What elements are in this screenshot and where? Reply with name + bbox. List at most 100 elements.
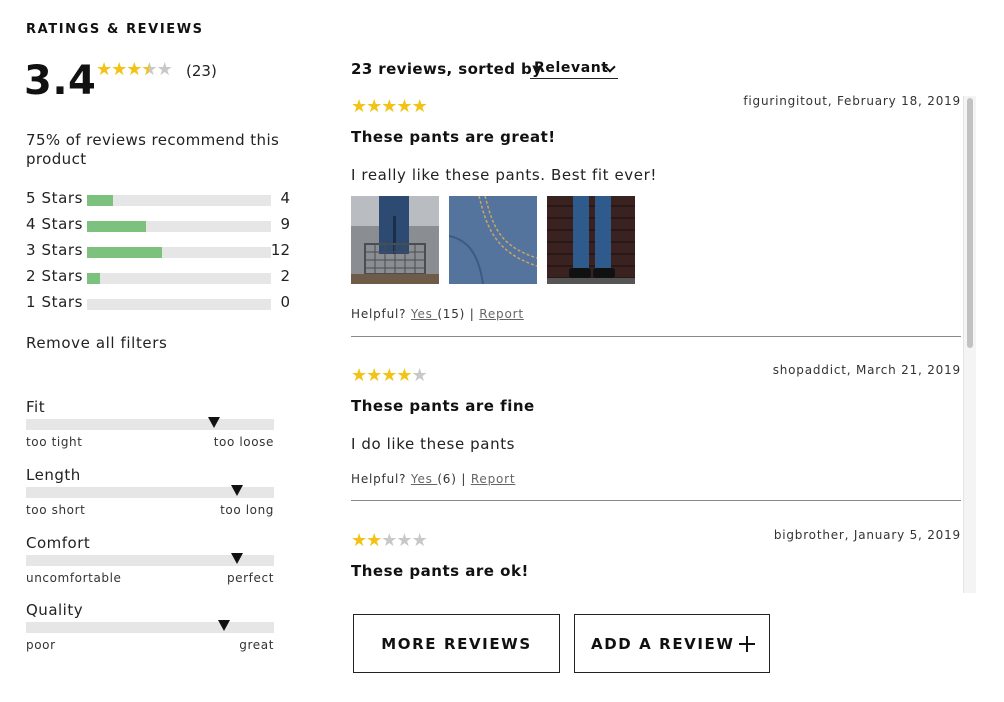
average-stars: ★★★★ ★ xyxy=(96,59,173,80)
helpful-label: Helpful? xyxy=(351,307,407,321)
characteristic-name: Comfort xyxy=(26,534,91,552)
review-meta: shopaddict, March 21, 2019 xyxy=(772,363,961,377)
characteristic-name: Length xyxy=(26,466,81,484)
star-icon: ★ xyxy=(351,96,367,117)
denim-closeup-photo[interactable] xyxy=(449,196,537,284)
helpful-yes-count: (15) xyxy=(437,307,466,321)
remove-filters-link[interactable]: Remove all filters xyxy=(26,334,167,352)
rating-bar-3[interactable]: 3 Stars 12 xyxy=(26,241,296,261)
characteristic-fit: Fit too tight too loose xyxy=(26,398,274,458)
add-review-button[interactable]: ADD A REVIEW xyxy=(574,614,770,673)
half-star-icon: ★ xyxy=(141,59,157,80)
rating-bar-5[interactable]: 5 Stars 4 xyxy=(26,189,296,209)
rating-bar-fill xyxy=(87,247,163,258)
empty-star-icon: ★ xyxy=(156,59,173,80)
rating-bar-label: 4 Stars xyxy=(26,215,84,233)
star-icon: ★ xyxy=(126,59,142,80)
rating-bar-count: 0 xyxy=(280,293,290,311)
recommend-text: 75% of reviews recommend this product xyxy=(26,131,280,168)
helpful-separator: | xyxy=(469,307,475,321)
add-review-label: ADD A REVIEW xyxy=(591,634,735,653)
helpful-yes-link[interactable]: Yes xyxy=(411,307,437,321)
characteristic-comfort: Comfort uncomfortable perfect xyxy=(26,534,274,594)
section-title: RATINGS & REVIEWS xyxy=(26,22,204,37)
rating-bar-4[interactable]: 4 Stars 9 xyxy=(26,215,296,235)
review-meta: bigbrother, January 5, 2019 xyxy=(773,528,961,542)
rating-bar-track xyxy=(87,273,271,284)
review-stars: ★★★★★ xyxy=(351,365,428,386)
review-stars: ★★★★★ xyxy=(351,530,428,551)
review-list[interactable]: ★★★★★ figuringitout, February 18, 2019 T… xyxy=(351,92,976,597)
jeans-wall-photo[interactable] xyxy=(547,196,635,284)
triangle-down-icon xyxy=(218,620,231,631)
characteristic-quality: Quality poor great xyxy=(26,601,274,661)
characteristic-low-label: too short xyxy=(26,503,86,517)
star-icon: ★ xyxy=(96,59,112,80)
rating-bar-1[interactable]: 1 Stars 0 xyxy=(26,293,296,313)
scrollbar-thumb[interactable] xyxy=(967,98,973,348)
star-icon: ★ xyxy=(381,96,397,117)
empty-star-icon: ★ xyxy=(411,530,428,551)
rating-bar-label: 2 Stars xyxy=(26,267,84,285)
sort-select-value: Relevant xyxy=(534,60,609,76)
star-icon: ★ xyxy=(351,530,367,551)
more-reviews-button[interactable]: MORE REVIEWS xyxy=(353,614,560,673)
review-divider xyxy=(351,500,961,501)
review-body: I really like these pants. Best fit ever… xyxy=(351,166,657,184)
rating-bar-fill xyxy=(87,221,146,232)
empty-star-icon: ★ xyxy=(381,530,397,551)
star-icon: ★ xyxy=(396,96,412,117)
star-icon: ★ xyxy=(366,530,382,551)
star-icon: ★ xyxy=(351,365,367,386)
review-title: These pants are fine xyxy=(351,397,535,415)
characteristic-name: Quality xyxy=(26,601,84,619)
star-icon: ★ xyxy=(366,365,382,386)
rating-bar-fill xyxy=(87,273,100,284)
characteristic-high-label: too long xyxy=(220,503,274,517)
star-icon: ★ xyxy=(411,96,428,117)
review-meta: figuringitout, February 18, 2019 xyxy=(743,94,961,108)
triangle-down-icon xyxy=(208,417,221,428)
star-icon: ★ xyxy=(111,59,127,80)
triangle-down-icon xyxy=(230,553,243,564)
sort-select[interactable]: Relevant xyxy=(530,60,618,79)
star-icon: ★ xyxy=(366,96,382,117)
rating-bar-label: 5 Stars xyxy=(26,189,84,207)
characteristic-low-label: poor xyxy=(26,638,56,652)
rating-bar-track xyxy=(87,221,271,232)
helpful-yes-link[interactable]: Yes xyxy=(411,472,437,486)
review-body: I do like these pants xyxy=(351,435,516,453)
characteristic-name: Fit xyxy=(26,398,46,416)
characteristic-low-label: too tight xyxy=(26,435,83,449)
empty-star-icon: ★ xyxy=(411,365,428,386)
triangle-down-icon xyxy=(230,485,243,496)
helpful-row: Helpful? Yes (6) | Report xyxy=(351,472,515,486)
more-reviews-label: MORE REVIEWS xyxy=(381,634,532,653)
characteristic-high-label: perfect xyxy=(226,571,274,585)
rating-bar-label: 1 Stars xyxy=(26,293,84,311)
characteristic-track xyxy=(26,419,274,430)
rating-bar-count: 2 xyxy=(280,267,290,285)
review-divider xyxy=(351,336,961,337)
review-title: These pants are ok! xyxy=(351,562,529,580)
report-link[interactable]: Report xyxy=(479,307,524,321)
jeans-cart-photo[interactable] xyxy=(351,196,439,284)
characteristic-high-label: great xyxy=(239,638,274,652)
rating-bar-count: 9 xyxy=(280,215,290,233)
review-list-scrollbar[interactable] xyxy=(963,96,976,593)
rating-bar-count: 4 xyxy=(280,189,290,207)
review-count: (23) xyxy=(186,62,217,80)
characteristic-track xyxy=(26,622,274,633)
characteristic-high-label: too loose xyxy=(213,435,274,449)
star-icon: ★ xyxy=(396,365,412,386)
average-rating: 3.4 xyxy=(24,58,97,104)
reviews-count-heading: 23 reviews, sorted by xyxy=(351,60,543,78)
plus-icon xyxy=(739,636,755,652)
rating-bar-track xyxy=(87,195,271,206)
rating-bar-track xyxy=(87,299,271,310)
review-title: These pants are great! xyxy=(351,128,556,146)
helpful-separator: | xyxy=(461,472,467,486)
rating-bar-2[interactable]: 2 Stars 2 xyxy=(26,267,296,287)
rating-bar-label: 3 Stars xyxy=(26,241,84,259)
report-link[interactable]: Report xyxy=(471,472,516,486)
